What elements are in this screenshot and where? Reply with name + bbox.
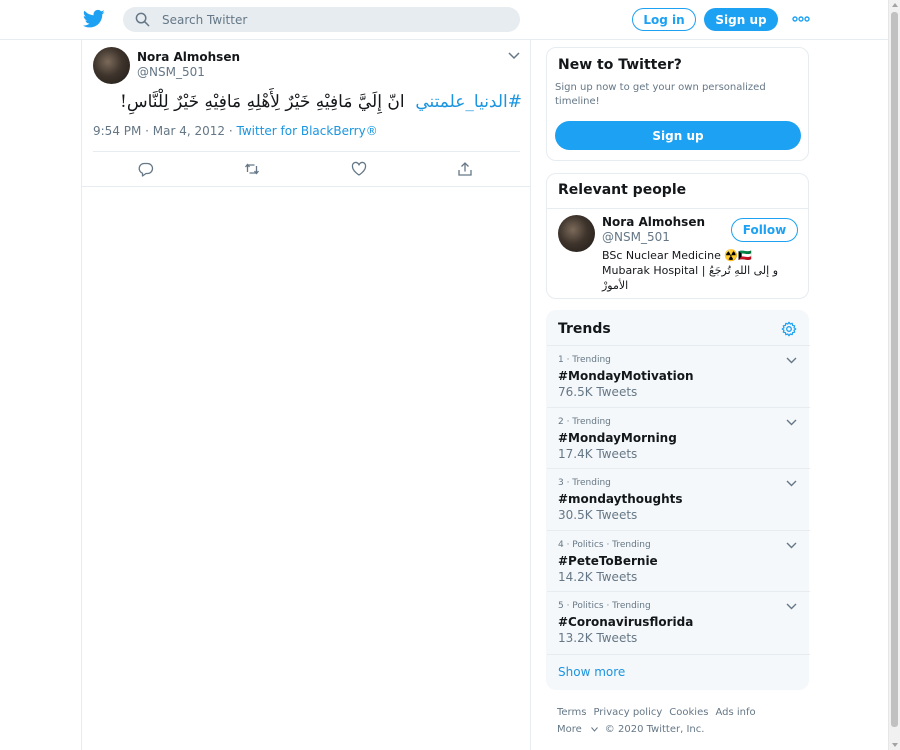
more-dots-icon[interactable] (792, 13, 810, 25)
person-bio: BSc Nuclear Medicine ☢️🇰🇼 Mubarak Hospit… (602, 248, 802, 293)
trend-meta: 5 · Politics · Trending (558, 601, 651, 611)
card-title: Relevant people (558, 182, 687, 198)
scrollbar[interactable] (888, 0, 900, 750)
search-bar[interactable] (123, 7, 520, 32)
scroll-down-arrow-icon[interactable] (892, 743, 898, 747)
tweet-meta-separator: · (225, 124, 237, 138)
show-more-link[interactable]: Show more (547, 654, 810, 691)
chevron-down-icon[interactable] (786, 357, 797, 364)
chevron-down-icon[interactable] (786, 480, 797, 487)
bio-line: Mubarak Hospital | و إلى اللهِ تُرجَعُ ا… (602, 264, 779, 292)
trend-count: 17.4K Tweets (558, 447, 638, 461)
chevron-down-icon[interactable] (508, 52, 520, 60)
reply-icon[interactable] (138, 161, 154, 177)
avatar[interactable] (558, 215, 595, 252)
trend-item[interactable]: 1 · Trending #MondayMotivation 76.5K Twe… (547, 345, 810, 407)
copyright: © 2020 Twitter, Inc. (604, 724, 705, 735)
tweet-source[interactable]: Twitter for BlackBerry® (237, 124, 378, 138)
trend-name[interactable]: #MondayMotivation (558, 369, 694, 383)
tweet-meta: 9:54 PM · Mar 4, 2012 · Twitter for Blac… (93, 124, 378, 138)
signup-cta-button[interactable]: Sign up (555, 121, 801, 150)
scroll-up-arrow-icon[interactable] (892, 3, 898, 7)
trend-item[interactable]: 4 · Politics · Trending #PeteToBernie 14… (547, 530, 810, 592)
like-icon[interactable] (351, 161, 367, 177)
share-icon[interactable] (457, 161, 473, 177)
trend-meta: 1 · Trending (558, 355, 611, 365)
follow-button[interactable]: Follow (731, 218, 798, 242)
new-to-twitter-card: New to Twitter? Sign up now to get your … (546, 47, 809, 161)
trend-meta: 4 · Politics · Trending (558, 540, 651, 550)
tweet-timestamp[interactable]: 9:54 PM · Mar 4, 2012 (93, 124, 225, 138)
trend-count: 30.5K Tweets (558, 508, 638, 522)
footer: Terms Privacy policy Cookies Ads info More ©… (557, 704, 797, 738)
chevron-down-icon[interactable] (786, 603, 797, 610)
bio-line: BSc Nuclear Medicine ☢️🇰🇼 (602, 249, 752, 262)
person-handle[interactable]: @NSM_501 (602, 230, 670, 244)
login-button[interactable]: Log in (632, 8, 696, 31)
search-input[interactable] (162, 12, 502, 27)
card-title: Trends (558, 321, 611, 337)
footer-more-label[interactable]: More (557, 724, 582, 735)
gear-icon[interactable] (781, 321, 797, 337)
tweet-text: #الدنيا_علمتني انّ إِلَيَّ مَافِيْهِ خَي… (112, 88, 522, 116)
tweet[interactable]: Nora Almohsen @NSM_501 #الدنيا_علمتني ان… (82, 40, 530, 187)
footer-link-cookies[interactable]: Cookies (669, 707, 708, 718)
relevant-people-card: Relevant people Nora Almohsen @NSM_501 F… (546, 173, 809, 299)
tweet-body: انّ إِلَيَّ مَافِيْهِ خَيْرٌ لِأَهْلِهِ … (119, 92, 405, 112)
chevron-down-icon[interactable] (786, 542, 797, 549)
tweet-author-handle[interactable]: @NSM_501 (137, 65, 205, 79)
trend-name[interactable]: #Coronavirusflorida (558, 615, 693, 629)
signup-button[interactable]: Sign up (704, 8, 778, 31)
card-description: Sign up now to get your own personalized… (555, 82, 766, 107)
scrollbar-thumb[interactable] (891, 12, 898, 727)
search-icon (135, 12, 150, 27)
avatar[interactable] (93, 47, 130, 84)
trend-count: 13.2K Tweets (558, 631, 638, 645)
chevron-down-icon (590, 727, 598, 732)
trend-item[interactable]: 5 · Politics · Trending #Coronavirusflor… (547, 591, 810, 653)
footer-link-terms[interactable]: Terms (557, 707, 586, 718)
tweet-author-name[interactable]: Nora Almohsen (137, 50, 240, 64)
footer-link-privacy[interactable]: Privacy policy (593, 707, 662, 718)
footer-link-ads-info[interactable]: Ads info (715, 707, 755, 718)
trend-item[interactable]: 3 · Trending #mondaythoughts 30.5K Tweet… (547, 468, 810, 530)
twitter-logo-icon[interactable] (83, 9, 105, 29)
footer-more-button[interactable]: More (557, 724, 598, 735)
tweet-hashtag[interactable]: #الدنيا_علمتني (415, 92, 522, 112)
divider (93, 151, 520, 152)
show-more-label[interactable]: Show more (558, 665, 625, 679)
trend-item[interactable]: 2 · Trending #MondayMorning 17.4K Tweets (547, 407, 810, 469)
trend-name[interactable]: #mondaythoughts (558, 492, 683, 506)
card-title: New to Twitter? (558, 57, 682, 73)
trend-count: 14.2K Tweets (558, 570, 638, 584)
trend-name[interactable]: #PeteToBernie (558, 554, 658, 568)
trends-card: Trends 1 · Trending #MondayMotivation 76… (546, 310, 810, 691)
top-bar: Log in Sign up (0, 0, 888, 40)
retweet-icon[interactable] (244, 161, 260, 177)
divider (547, 208, 808, 209)
trend-meta: 3 · Trending (558, 478, 611, 488)
chevron-down-icon[interactable] (786, 419, 797, 426)
trend-name[interactable]: #MondayMorning (558, 431, 677, 445)
person-name[interactable]: Nora Almohsen (602, 215, 705, 229)
trend-count: 76.5K Tweets (558, 385, 638, 399)
trend-meta: 2 · Trending (558, 417, 611, 427)
main-column: Nora Almohsen @NSM_501 #الدنيا_علمتني ان… (81, 40, 531, 750)
